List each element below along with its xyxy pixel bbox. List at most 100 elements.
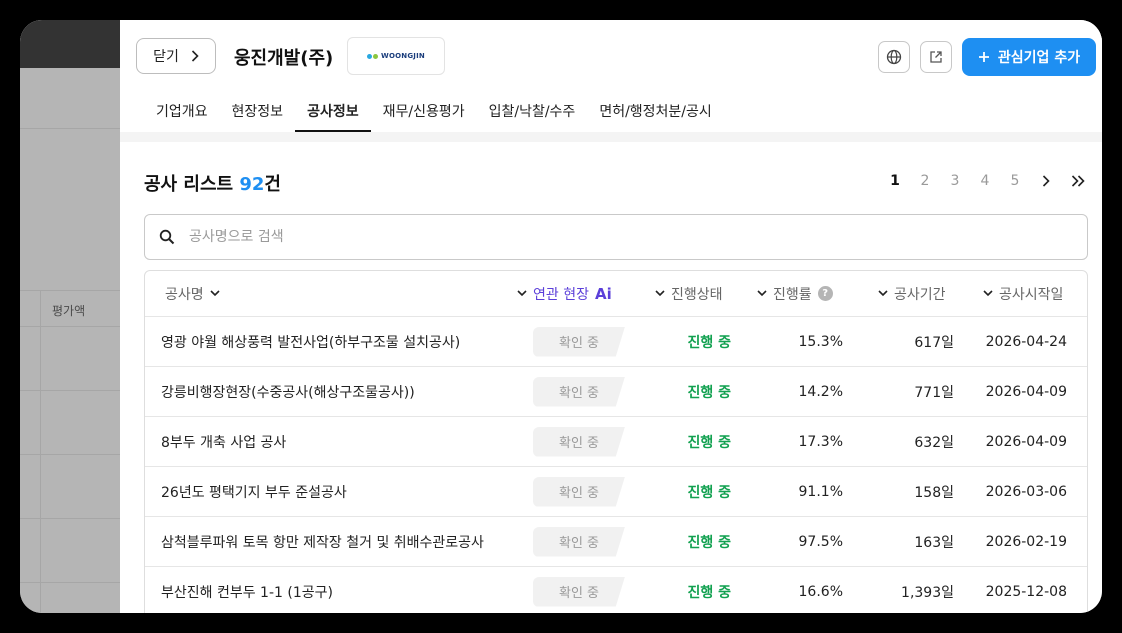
plus-icon	[978, 52, 989, 62]
background-app: 평가액	[20, 20, 120, 613]
column-header-progress[interactable]: 진행률 ?	[757, 271, 833, 316]
start-date: 2026-02-19	[985, 533, 1067, 550]
tab-bidding[interactable]: 입찰/낙찰/수주	[477, 92, 588, 132]
start-date: 2026-03-06	[985, 483, 1067, 500]
construction-name: 강릉비행장현장(수중공사(해상구조물공사))	[161, 384, 415, 401]
list-title: 공사 리스트 92건	[144, 170, 281, 196]
column-header-label: 공사명	[165, 286, 204, 303]
site-status: 확인 중	[533, 526, 625, 557]
progress-status: 진행 중	[687, 434, 731, 451]
construction-name: 삼척블루파워 토목 항만 제작장 철거 및 취배수관로공사	[161, 534, 484, 551]
column-header-period[interactable]: 공사기간	[878, 271, 946, 316]
start-date: 2025-12-08	[985, 583, 1067, 600]
construction-name: 26년도 평택기지 부두 준설공사	[161, 484, 347, 501]
column-header-label: 연관 현장	[533, 286, 589, 303]
website-button[interactable]	[878, 41, 910, 73]
search-box	[144, 214, 1088, 260]
progress-status: 진행 중	[687, 334, 731, 351]
column-header-name[interactable]: 공사명	[165, 271, 220, 316]
page-2[interactable]: 2	[910, 173, 940, 189]
open-new-window-button[interactable]	[920, 41, 952, 73]
progress-status: 진행 중	[687, 534, 731, 551]
construction-table: 공사명 연관 현장 Ai 진행상태 진행률 ? 공사기간 공사시작일 영광 야월…	[144, 270, 1088, 613]
progress-rate: 16.6%	[798, 583, 843, 600]
page-1[interactable]: 1	[880, 173, 910, 189]
search-input[interactable]	[187, 228, 1051, 246]
pagination: 1 2 3 4 5	[880, 170, 1094, 192]
table-row[interactable]: 영광 야월 해상풍력 발전사업(하부구조물 설치공사) 확인 중 진행 중 15…	[145, 317, 1087, 367]
chevron-down-icon	[757, 290, 767, 297]
column-header-site[interactable]: 연관 현장 Ai	[517, 271, 612, 316]
construction-name: 부산진해 컨부두 1-1 (1공구)	[161, 584, 333, 601]
progress-rate: 14.2%	[798, 383, 843, 400]
ai-badge: Ai	[594, 284, 612, 303]
progress-status: 진행 중	[687, 584, 731, 601]
chevron-down-icon	[210, 290, 220, 297]
tab-site-info[interactable]: 현장정보	[220, 92, 296, 132]
tab-company-overview[interactable]: 기업개요	[144, 92, 220, 132]
construction-period: 163일	[914, 534, 954, 551]
chevron-right-icon	[1042, 175, 1050, 187]
company-logo: WOONGJIN	[347, 37, 445, 75]
progress-rate: 15.3%	[798, 333, 843, 350]
column-header-label: 진행상태	[671, 286, 723, 303]
column-header-label: 공사시작일	[999, 286, 1064, 303]
table-header: 공사명 연관 현장 Ai 진행상태 진행률 ? 공사기간 공사시작일	[145, 271, 1087, 317]
table-row[interactable]: 26년도 평택기지 부두 준설공사 확인 중 진행 중 91.1% 158일 2…	[145, 467, 1087, 517]
close-button[interactable]: 닫기	[136, 38, 216, 74]
panel-header: 닫기 웅진개발(주) WOONGJIN 관심기업 추가 기업개요 현장정보 공사…	[120, 20, 1102, 132]
table-row[interactable]: 삼척블루파워 토목 항만 제작장 철거 및 취배수관로공사 확인 중 진행 중 …	[145, 517, 1087, 567]
close-button-label: 닫기	[153, 49, 179, 65]
list-title-prefix: 공사 리스트	[144, 174, 240, 195]
help-icon[interactable]: ?	[817, 286, 833, 301]
column-header-label: 진행률	[773, 286, 812, 303]
search-icon	[159, 229, 175, 245]
logo-mark-icon	[367, 53, 379, 59]
site-pill: 확인 중	[533, 467, 625, 516]
page-5[interactable]: 5	[1000, 173, 1030, 189]
construction-period: 1,393일	[901, 584, 954, 601]
site-pill: 확인 중	[533, 417, 625, 466]
screen: 평가액 닫기 웅진개발(주) WOONGJIN 관심기업 추가 기업개요 현장정…	[20, 20, 1102, 613]
construction-period: 617일	[914, 334, 954, 351]
start-date: 2026-04-09	[985, 383, 1067, 400]
page-4[interactable]: 4	[970, 173, 1000, 189]
column-header-start[interactable]: 공사시작일	[983, 271, 1063, 316]
chevron-right-icon	[191, 50, 199, 62]
section-divider	[120, 132, 1102, 142]
tab-finance-credit[interactable]: 재무/신용평가	[371, 92, 477, 132]
progress-rate: 91.1%	[798, 483, 843, 500]
progress-rate: 17.3%	[798, 433, 843, 450]
progress-rate: 97.5%	[798, 533, 843, 550]
site-status: 확인 중	[533, 376, 625, 407]
last-page-button[interactable]	[1062, 170, 1094, 192]
company-name: 웅진개발(주)	[234, 48, 334, 69]
table-row[interactable]: 부산진해 컨부두 1-1 (1공구) 확인 중 진행 중 16.6% 1,393…	[145, 567, 1087, 613]
next-page-button[interactable]	[1030, 170, 1062, 192]
site-status: 확인 중	[533, 326, 625, 357]
double-chevron-right-icon	[1071, 175, 1085, 187]
table-row[interactable]: 강릉비행장현장(수중공사(해상구조물공사)) 확인 중 진행 중 14.2% 7…	[145, 367, 1087, 417]
start-date: 2026-04-09	[985, 433, 1067, 450]
construction-name: 8부두 개축 사업 공사	[161, 434, 287, 451]
site-status: 확인 중	[533, 476, 625, 507]
construction-period: 632일	[914, 434, 954, 451]
table-row[interactable]: 8부두 개축 사업 공사 확인 중 진행 중 17.3% 632일 2026-0…	[145, 417, 1087, 467]
chevron-down-icon	[878, 290, 888, 297]
tab-license-disposition[interactable]: 면허/행정처분/공시	[587, 92, 723, 132]
site-pill: 확인 중	[533, 567, 625, 613]
site-pill: 확인 중	[533, 517, 625, 566]
tab-bar: 기업개요 현장정보 공사정보 재무/신용평가 입찰/낙찰/수주 면허/행정처분/…	[144, 92, 724, 132]
site-status: 확인 중	[533, 426, 625, 457]
company-detail-panel: 닫기 웅진개발(주) WOONGJIN 관심기업 추가 기업개요 현장정보 공사…	[120, 20, 1102, 613]
chevron-down-icon	[517, 290, 527, 297]
logo-text: WOONGJIN	[381, 52, 425, 60]
construction-period: 158일	[914, 484, 954, 501]
construction-name: 영광 야월 해상풍력 발전사업(하부구조물 설치공사)	[161, 334, 461, 351]
tab-construction-info[interactable]: 공사정보	[295, 92, 371, 132]
page-3[interactable]: 3	[940, 173, 970, 189]
column-header-status[interactable]: 진행상태	[655, 271, 723, 316]
chevron-down-icon	[655, 290, 665, 297]
add-interest-company-button[interactable]: 관심기업 추가	[962, 38, 1096, 76]
add-interest-company-label: 관심기업 추가	[997, 50, 1081, 66]
